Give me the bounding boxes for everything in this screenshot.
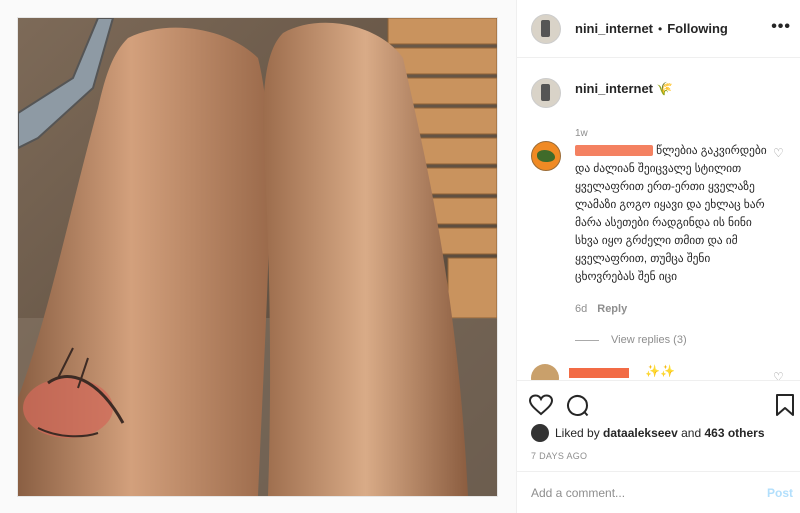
- separator-dot: •: [658, 21, 663, 36]
- post-actions: Liked by dataalekseev and 463 others 7 D…: [517, 380, 800, 511]
- comment-text: წლებია გაკვირდები და ძალიან შეიცვალე სტი…: [575, 145, 767, 283]
- liked-by-user[interactable]: dataalekseev: [603, 426, 678, 440]
- post-side-panel: nini_internet • Following ••• nini_inter…: [516, 0, 800, 513]
- liked-by-prefix: Liked by: [555, 426, 600, 440]
- replies-divider: [575, 339, 599, 341]
- following-button[interactable]: Following: [667, 21, 728, 36]
- comment-text: ✨✨: [645, 364, 675, 378]
- legs-photo-illustration: [18, 18, 497, 496]
- likes-summary[interactable]: Liked by dataalekseev and 463 others: [531, 424, 765, 442]
- view-replies-label[interactable]: View replies (3): [611, 334, 687, 346]
- avatar[interactable]: [531, 78, 561, 108]
- post-username[interactable]: nini_internet: [575, 21, 653, 36]
- avatar[interactable]: [531, 424, 549, 442]
- liked-others[interactable]: 463 others: [705, 426, 765, 440]
- caption: nini_internet 🌾 1w: [531, 78, 673, 139]
- post-photo-area: [0, 0, 516, 513]
- liked-and: and: [681, 426, 702, 440]
- comment-meta: 6d Reply: [575, 303, 627, 315]
- more-options-icon[interactable]: •••: [771, 18, 791, 36]
- view-replies[interactable]: View replies (3): [575, 334, 687, 346]
- heart-icon[interactable]: [529, 394, 553, 416]
- caption-username[interactable]: nini_internet 🌾: [575, 81, 673, 97]
- post-date: 7 DAYS AGO: [531, 451, 588, 461]
- bookmark-icon[interactable]: [775, 394, 795, 417]
- comment-body: წლებია გაკვირდები და ძალიან შეიცვალე სტი…: [575, 142, 771, 286]
- comment-input[interactable]: Add a comment...: [531, 486, 625, 500]
- post-header: nini_internet • Following •••: [517, 0, 800, 58]
- caption-emoji: 🌾: [656, 81, 673, 96]
- comment-heart-icon[interactable]: ♡: [773, 146, 784, 160]
- comments-list[interactable]: nini_internet 🌾 1w წლებია გაკვირდები და …: [517, 58, 800, 380]
- redacted-username: [569, 368, 629, 378]
- reply-button[interactable]: Reply: [597, 303, 627, 315]
- comment-time: 6d: [575, 303, 588, 315]
- redacted-username: [575, 145, 653, 157]
- comment-avatar[interactable]: [531, 364, 559, 380]
- caption-time: 1w: [575, 128, 588, 139]
- post-photo[interactable]: [17, 17, 498, 497]
- comment-heart-icon[interactable]: ♡: [773, 370, 784, 380]
- add-comment-bar: Add a comment... Post: [517, 471, 800, 512]
- comment-avatar[interactable]: [531, 141, 561, 171]
- caption-username-text[interactable]: nini_internet: [575, 81, 653, 96]
- avatar[interactable]: [531, 13, 561, 44]
- post-button[interactable]: Post: [767, 486, 793, 500]
- comment-icon[interactable]: [566, 394, 590, 418]
